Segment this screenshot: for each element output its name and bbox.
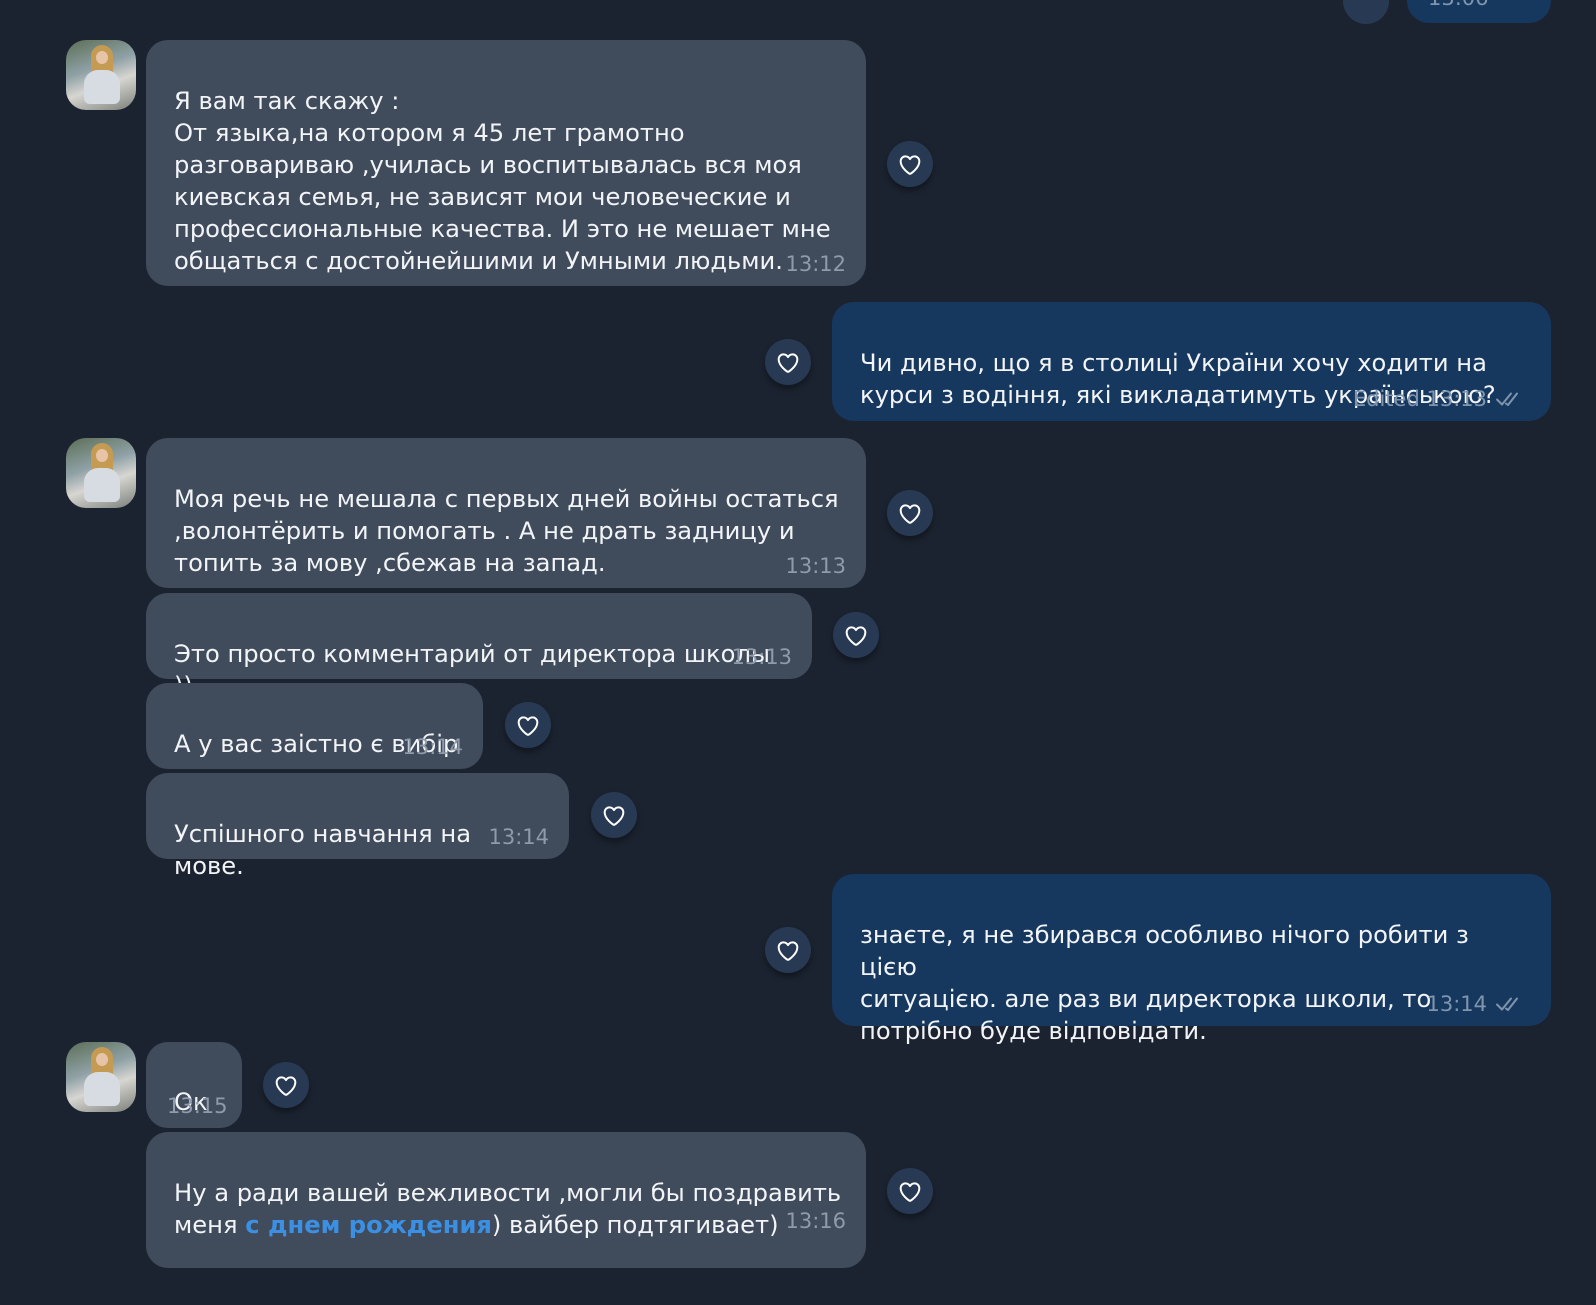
like-button[interactable] — [591, 792, 637, 838]
message-time: 13:14 — [1426, 992, 1487, 1016]
message-time: 13:15 — [167, 1094, 228, 1118]
message-time: 13:12 — [785, 252, 846, 276]
like-button[interactable] — [505, 702, 551, 748]
outgoing-message-bubble[interactable]: Чи дивно, що я в столиці України хочу хо… — [832, 302, 1551, 421]
double-check-icon — [1496, 392, 1518, 406]
incoming-message-bubble[interactable]: Ок 13:15 — [146, 1042, 242, 1128]
like-button[interactable] — [887, 141, 933, 187]
like-button[interactable] — [263, 1062, 309, 1108]
like-button[interactable] — [765, 927, 811, 973]
contact-avatar[interactable] — [66, 1042, 136, 1112]
message-time: 13:16 — [785, 1209, 846, 1233]
heart-outline-icon — [603, 806, 625, 826]
heart-outline-icon — [899, 504, 921, 524]
heart-outline-icon — [777, 941, 799, 961]
contact-avatar[interactable] — [66, 438, 136, 508]
incoming-message-bubble[interactable]: Моя речь не мешала с первых дней войны о… — [146, 438, 866, 588]
message-time: 13:14 — [402, 735, 463, 759]
message-time: 13:13 — [785, 554, 846, 578]
like-button[interactable] — [887, 1168, 933, 1214]
message-text: Я вам так скажу : От языка,на котором я … — [174, 87, 831, 275]
incoming-message-bubble[interactable]: А у вас заістно є вибір 13:14 — [146, 683, 483, 769]
message-time: Edited 13:13 — [1352, 387, 1487, 411]
heart-outline-icon — [777, 353, 799, 373]
incoming-message-bubble[interactable]: Успішного навчання на мове. 13:14 — [146, 773, 569, 880]
incoming-message-bubble[interactable]: Я вам так скажу : От языка,на котором я … — [146, 40, 866, 286]
like-button[interactable] — [833, 612, 879, 658]
double-check-icon — [1496, 997, 1518, 1011]
message-text-part: ) вайбер подтягивает) — [491, 1211, 779, 1239]
message-time: 13:14 — [488, 825, 549, 849]
outgoing-message-bubble[interactable]: знаєте, я не збирався особливо нічого ро… — [832, 874, 1551, 1045]
heart-outline-icon — [899, 1182, 921, 1202]
contact-avatar[interactable] — [66, 40, 136, 110]
message-text: Ну а ради вашей вежливости ,могли бы поз… — [174, 1177, 842, 1241]
message-text: Моя речь не мешала с первых дней войны о… — [174, 485, 839, 577]
like-button[interactable] — [765, 339, 811, 385]
like-button[interactable] — [1343, 0, 1389, 24]
message-text: знаєте, я не збирався особливо нічого ро… — [860, 921, 1469, 1045]
heart-outline-icon — [899, 155, 921, 175]
heart-outline-icon — [845, 626, 867, 646]
birthday-link[interactable]: с днем рождения — [245, 1211, 492, 1239]
message-time: 13:13 — [731, 645, 792, 669]
heart-outline-icon — [275, 1076, 297, 1096]
heart-outline-icon — [517, 716, 539, 736]
message-time: 13:06 — [1428, 0, 1489, 10]
incoming-message-bubble[interactable]: Это просто комментарий от директора школ… — [146, 593, 812, 700]
like-button[interactable] — [887, 490, 933, 536]
